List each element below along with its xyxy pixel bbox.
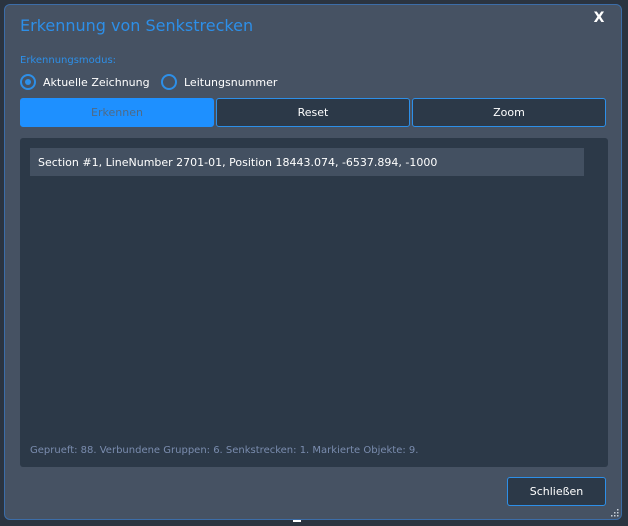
radio-line-number-label: Leitungsnummer — [184, 75, 278, 89]
status-text: Geprueft: 88. Verbundene Gruppen: 6. Sen… — [30, 445, 419, 456]
detect-button[interactable]: Erkennen — [20, 98, 214, 127]
radio-line-number[interactable]: Leitungsnummer — [161, 74, 277, 90]
close-button[interactable]: Schließen — [507, 477, 606, 506]
resize-grip-icon[interactable] — [609, 507, 619, 517]
results-panel: Section #1, LineNumber 2701-01, Position… — [20, 138, 608, 467]
bottom-edge-mark — [293, 520, 301, 522]
reset-button[interactable]: Reset — [216, 98, 410, 127]
zoom-button[interactable]: Zoom — [412, 98, 606, 127]
radio-selected-icon[interactable] — [20, 74, 36, 90]
detection-dialog: Erkennung von Senkstrecken X Erkennungsm… — [4, 4, 622, 522]
dialog-title: Erkennung von Senkstrecken — [20, 16, 254, 35]
result-list-item[interactable]: Section #1, LineNumber 2701-01, Position… — [30, 148, 584, 176]
radio-current-drawing-label: Aktuelle Zeichnung — [43, 75, 150, 89]
radio-current-drawing[interactable]: Aktuelle Zeichnung — [20, 74, 150, 90]
detection-mode-label: Erkennungsmodus: — [20, 55, 117, 66]
close-icon[interactable]: X — [592, 11, 606, 25]
radio-unselected-icon[interactable] — [161, 74, 177, 90]
